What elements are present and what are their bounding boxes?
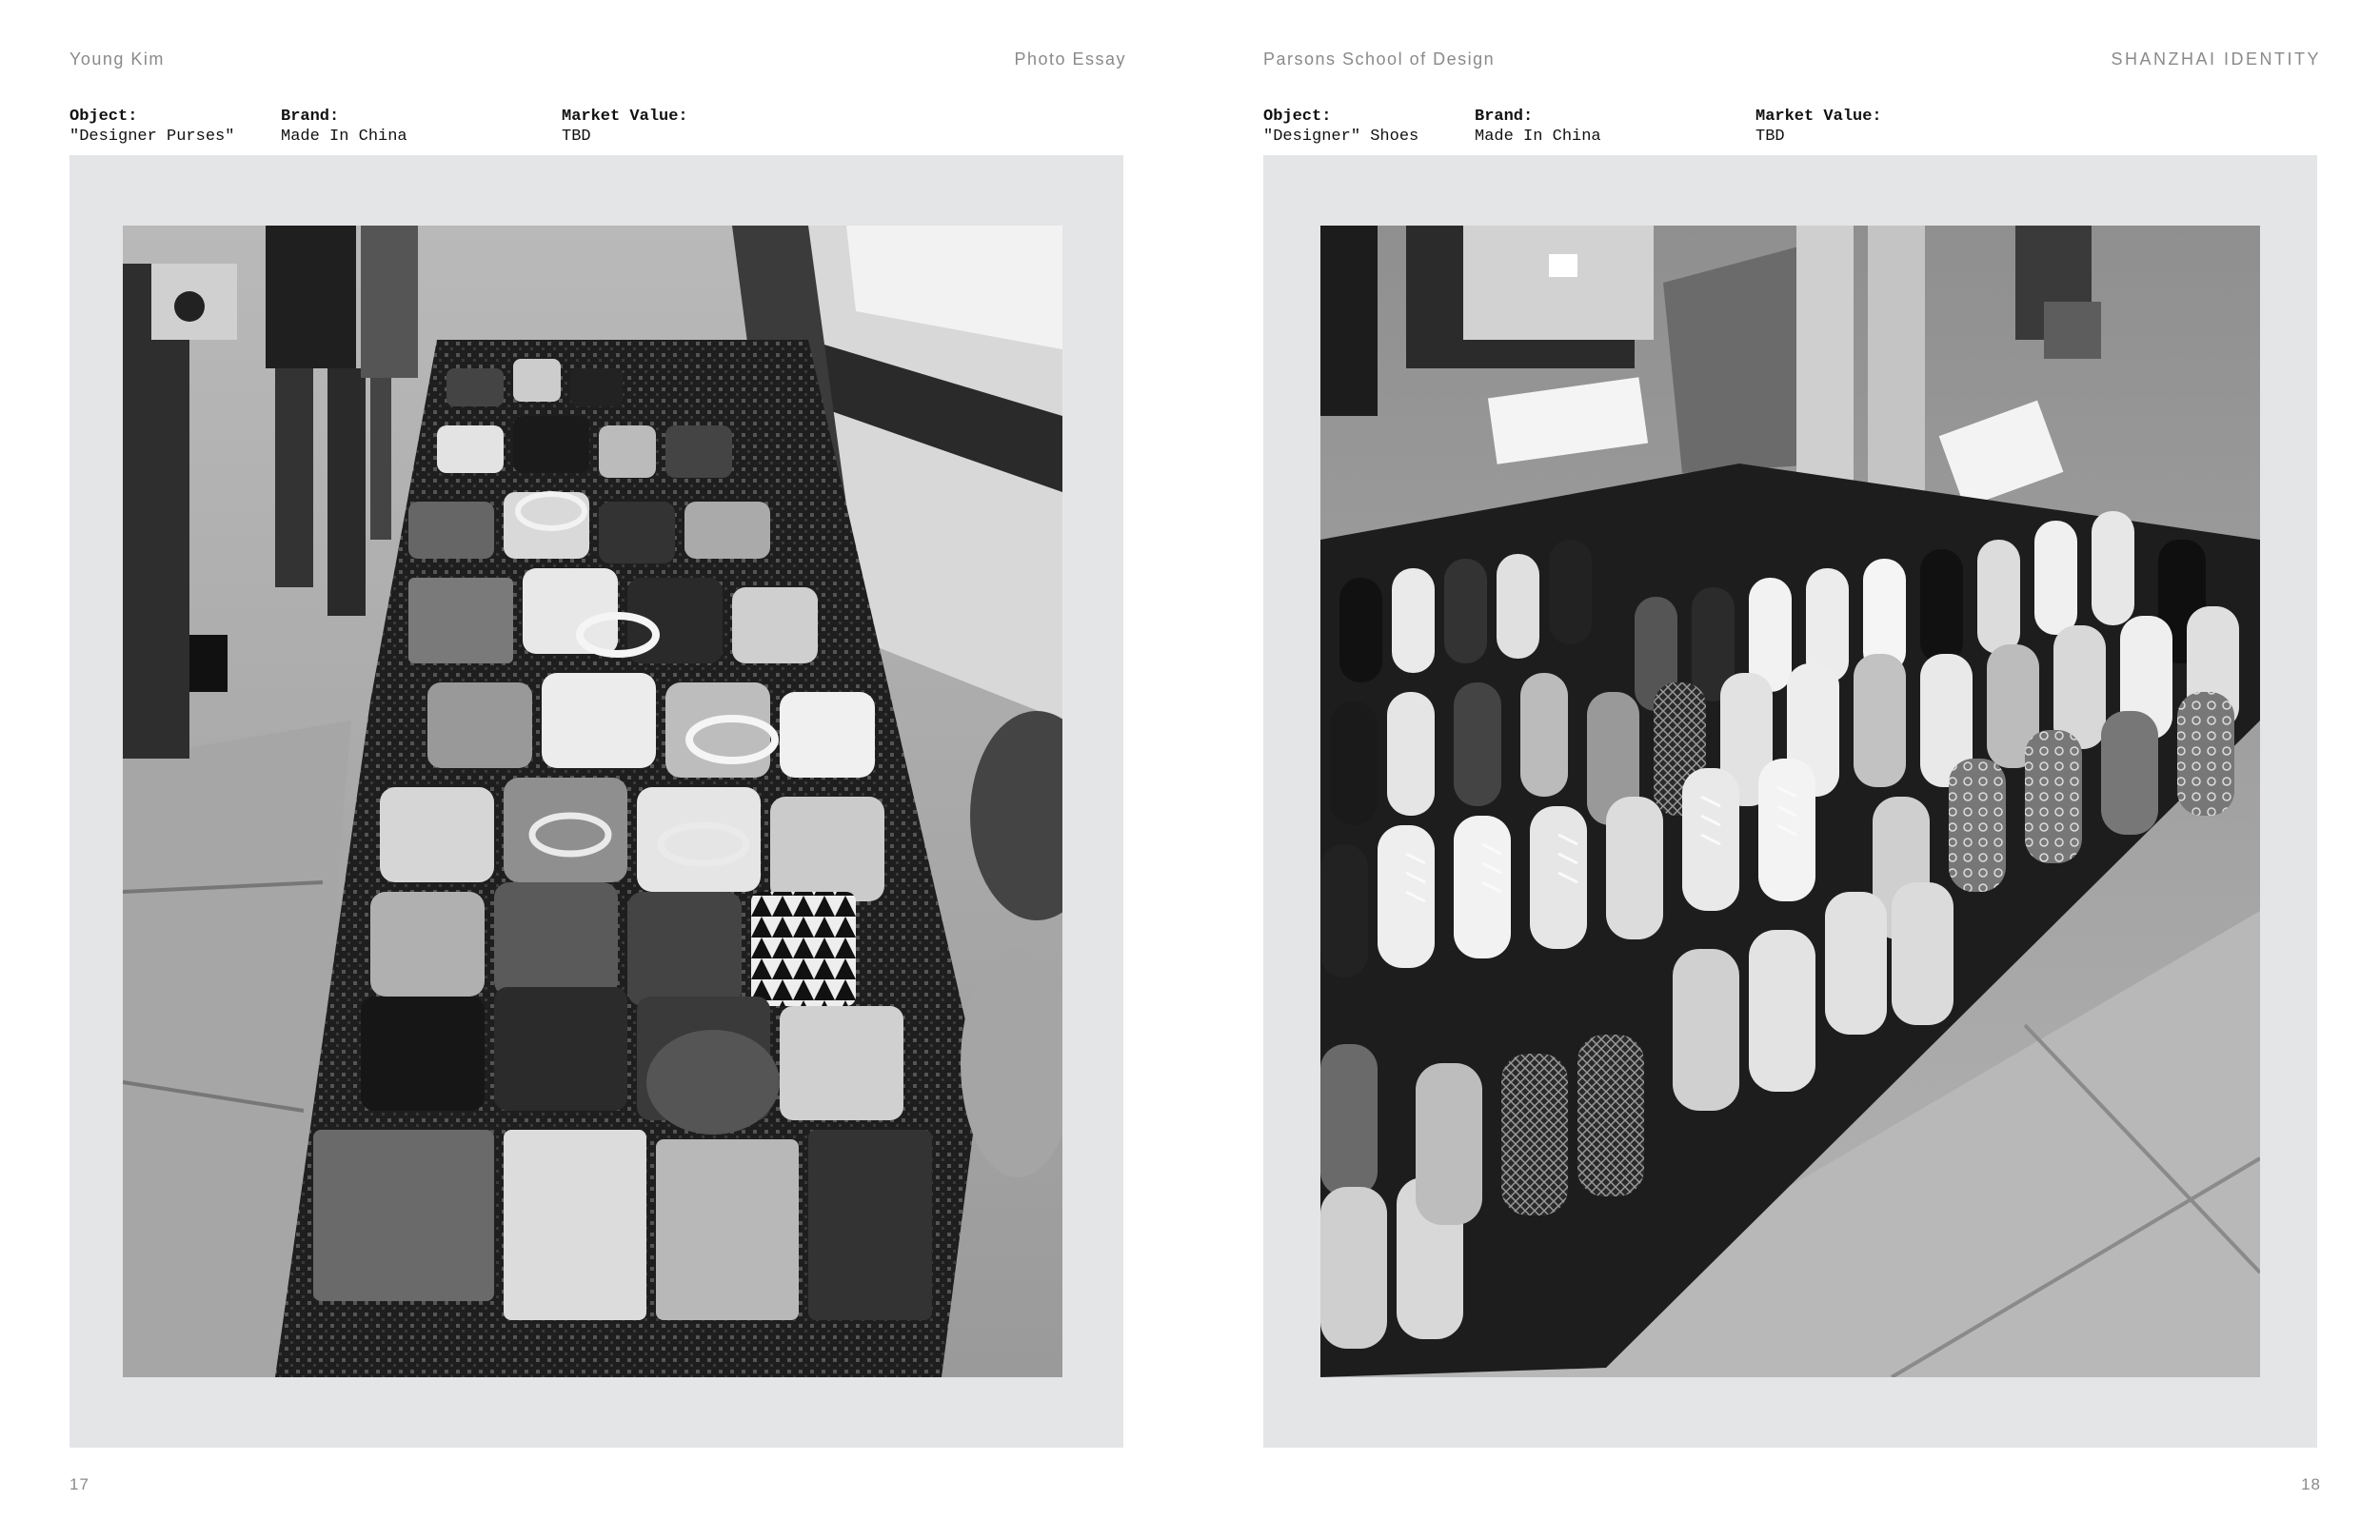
purses-photo (123, 226, 1062, 1377)
running-head-school: Parsons School of Design (1263, 49, 1496, 69)
sneakers-photo (1320, 226, 2260, 1377)
brand-label: Brand: (1475, 108, 1534, 126)
market-value-label: Market Value: (1755, 108, 1882, 126)
running-head-section: Photo Essay (1014, 49, 1126, 69)
market-value-value: TBD (1755, 128, 1785, 146)
market-value-field: Market Value: TBD (1755, 107, 1882, 147)
market-value-label: Market Value: (562, 108, 688, 126)
market-value-value: TBD (562, 128, 591, 146)
brand-field: Brand: Made In China (281, 107, 407, 147)
brand-value: Made In China (281, 128, 407, 146)
running-head-publication: SHANZHAI IDENTITY (2111, 49, 2321, 69)
object-value: "Designer Purses" (69, 128, 235, 146)
object-label: Object: (1263, 108, 1332, 126)
object-value: "Designer" Shoes (1263, 128, 1419, 146)
page-number: 17 (69, 1475, 89, 1493)
market-value-field: Market Value: TBD (562, 107, 688, 147)
object-field: Object: "Designer Purses" (69, 107, 234, 147)
brand-field: Brand: Made In China (1475, 107, 1601, 147)
brand-label: Brand: (281, 108, 340, 126)
object-label: Object: (69, 108, 138, 126)
left-page: Young Kim Photo Essay Object: "Designer … (0, 0, 1190, 1540)
right-page: Parsons School of Design SHANZHAI IDENTI… (1190, 0, 2380, 1540)
object-field: Object: "Designer" Shoes (1263, 107, 1418, 147)
page-number: 18 (2301, 1475, 2321, 1493)
brand-value: Made In China (1475, 128, 1601, 146)
running-head-author: Young Kim (69, 49, 165, 69)
